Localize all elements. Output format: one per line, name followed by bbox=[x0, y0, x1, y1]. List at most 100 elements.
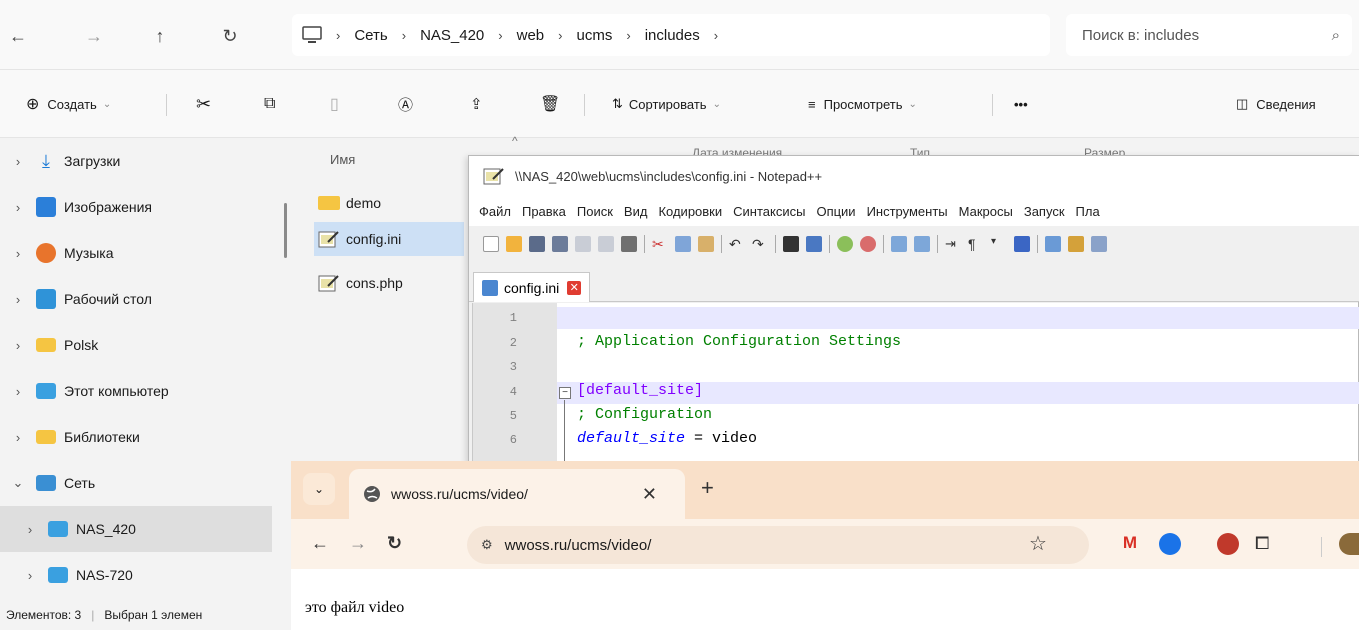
menu-item[interactable]: Пла bbox=[1076, 204, 1100, 219]
close-icon[interactable]: ✕ bbox=[642, 484, 657, 505]
reload-icon[interactable]: ↻ bbox=[387, 533, 402, 554]
breadcrumb-item[interactable]: web bbox=[517, 27, 545, 44]
back-icon[interactable]: ← bbox=[311, 533, 329, 554]
breadcrumb[interactable]: › Сеть › NAS_420 › web › ucms › includes… bbox=[292, 14, 1050, 56]
save-all-icon[interactable] bbox=[552, 236, 568, 252]
replace-icon[interactable] bbox=[806, 236, 822, 252]
new-tab-button[interactable]: + bbox=[701, 475, 714, 501]
menu-item[interactable]: Макросы bbox=[959, 204, 1013, 219]
list-item[interactable]: config.ini bbox=[314, 222, 464, 256]
copy-icon[interactable]: ⧉ bbox=[264, 90, 275, 118]
browser-tab[interactable]: wwoss.ru/ucms/video/ ✕ bbox=[349, 469, 685, 519]
indent-guide-icon[interactable] bbox=[1014, 236, 1030, 252]
close-icon[interactable]: ✕ bbox=[567, 280, 582, 295]
breadcrumb-item[interactable]: NAS_420 bbox=[420, 27, 484, 44]
breadcrumb-item[interactable]: Сеть bbox=[354, 27, 387, 44]
copy-icon[interactable] bbox=[675, 236, 691, 252]
toolbar: ✂ ↶ ↷ ⇥ ¶ ▾ bbox=[469, 226, 1359, 262]
cut-icon[interactable]: ✂ bbox=[196, 90, 211, 118]
share-icon[interactable]: ⇪ bbox=[470, 90, 483, 118]
search-input[interactable]: Поиск в: includes ⌕ bbox=[1066, 14, 1352, 56]
user-language-icon[interactable] bbox=[1045, 236, 1061, 252]
sidebar-scrollbar[interactable] bbox=[284, 203, 287, 258]
paste-icon[interactable]: ▯ bbox=[330, 90, 339, 118]
save-icon[interactable] bbox=[529, 236, 545, 252]
dropdown-icon[interactable]: ▾ bbox=[991, 236, 1007, 252]
sidebar-item-libraries[interactable]: › Библиотеки bbox=[0, 414, 272, 460]
word-wrap-icon[interactable]: ⇥ bbox=[945, 236, 961, 252]
sidebar-item-desktop[interactable]: › Рабочий стол bbox=[0, 276, 272, 322]
sidebar-item-downloads[interactable]: › ⤓ Загрузки bbox=[0, 138, 272, 184]
delete-icon[interactable]: 🗑 bbox=[540, 90, 560, 118]
ini-key: default_site bbox=[577, 430, 686, 447]
doc-map-icon[interactable] bbox=[1068, 236, 1084, 252]
menu-item[interactable]: Синтаксисы bbox=[733, 204, 805, 219]
gmail-icon[interactable]: M bbox=[1119, 533, 1141, 555]
site-settings-icon[interactable]: ⚙ bbox=[481, 537, 493, 553]
zoom-in-icon[interactable] bbox=[837, 236, 853, 252]
paste-icon[interactable] bbox=[698, 236, 714, 252]
forward-icon[interactable]: → bbox=[349, 533, 367, 554]
back-icon[interactable]: ← bbox=[4, 22, 32, 50]
menu-item[interactable]: Опции bbox=[816, 204, 855, 219]
sidebar-item-nas-720[interactable]: › NAS-720 bbox=[0, 552, 272, 598]
close-all-icon[interactable] bbox=[598, 236, 614, 252]
bookmark-star-icon[interactable]: ☆ bbox=[1029, 531, 1047, 556]
sort-button[interactable]: ⇅ Сортировать ⌄ bbox=[612, 90, 721, 118]
sync-horizontal-icon[interactable] bbox=[914, 236, 930, 252]
sidebar-item-this-pc[interactable]: › Этот компьютер bbox=[0, 368, 272, 414]
menu-item[interactable]: Инструменты bbox=[867, 204, 948, 219]
zoom-out-icon[interactable] bbox=[860, 236, 876, 252]
find-icon[interactable] bbox=[783, 236, 799, 252]
open-file-icon[interactable] bbox=[506, 236, 522, 252]
menu-item[interactable]: Кодировки bbox=[658, 204, 722, 219]
menu-item[interactable]: Правка bbox=[522, 204, 566, 219]
function-list-icon[interactable] bbox=[1091, 236, 1107, 252]
breadcrumb-separator: › bbox=[336, 27, 341, 43]
sidebar-item-pictures[interactable]: › Изображения bbox=[0, 184, 272, 230]
messenger-extension-icon[interactable] bbox=[1159, 533, 1181, 555]
menu-item[interactable]: Файл bbox=[479, 204, 511, 219]
details-label: Сведения bbox=[1256, 96, 1316, 112]
column-header-name[interactable]: Имя bbox=[330, 152, 355, 167]
forward-icon[interactable]: → bbox=[80, 22, 108, 50]
create-button[interactable]: ⊕ Создать ⌄ bbox=[26, 90, 111, 118]
sidebar-item-music[interactable]: › Музыка bbox=[0, 230, 272, 276]
list-item[interactable]: demo bbox=[318, 186, 468, 220]
breadcrumb-item[interactable]: includes bbox=[645, 27, 700, 44]
sidebar-item-nas-420[interactable]: › NAS_420 bbox=[0, 506, 272, 552]
menu-item[interactable]: Запуск bbox=[1024, 204, 1065, 219]
more-button[interactable]: ••• bbox=[1014, 90, 1028, 118]
code-editor[interactable]: 1 2 3 4 5 6 ; Application Configuration … bbox=[472, 303, 1359, 463]
menu-item[interactable]: Поиск bbox=[577, 204, 613, 219]
sidebar-item-network[interactable]: ⌄ Сеть bbox=[0, 460, 272, 506]
rename-icon[interactable]: Ⓐ bbox=[398, 90, 413, 118]
undo-icon[interactable]: ↶ bbox=[729, 236, 745, 252]
tab-search-button[interactable]: ⌄ bbox=[303, 473, 335, 505]
sidebar-item-label: NAS_420 bbox=[76, 521, 136, 537]
extension-icon[interactable] bbox=[1217, 533, 1239, 555]
extensions-puzzle-icon[interactable]: ⧠ bbox=[1255, 533, 1269, 554]
menu-item[interactable]: Вид bbox=[624, 204, 648, 219]
window-title-bar[interactable]: \\NAS_420\web\ucms\includes\config.ini -… bbox=[469, 156, 1359, 196]
show-all-characters-icon[interactable]: ¶ bbox=[968, 236, 984, 252]
sidebar-item-polsk[interactable]: › Polsk bbox=[0, 322, 272, 368]
current-line-highlight bbox=[557, 307, 1359, 329]
close-file-icon[interactable] bbox=[575, 236, 591, 252]
tab-config-ini[interactable]: config.ini ✕ bbox=[473, 272, 591, 302]
print-icon[interactable] bbox=[621, 236, 637, 252]
address-bar[interactable]: ⚙ wwoss.ru/ucms/video/ bbox=[467, 526, 1089, 564]
view-button[interactable]: ≡ Просмотреть ⌄ bbox=[808, 90, 917, 118]
new-file-icon[interactable] bbox=[483, 236, 499, 252]
breadcrumb-item[interactable]: ucms bbox=[577, 27, 613, 44]
sync-vertical-icon[interactable] bbox=[891, 236, 907, 252]
details-button[interactable]: ◫ Сведения bbox=[1236, 90, 1316, 118]
profile-avatar[interactable] bbox=[1339, 533, 1359, 555]
up-icon[interactable]: ↑ bbox=[146, 22, 174, 50]
redo-icon[interactable]: ↷ bbox=[752, 236, 768, 252]
cut-icon[interactable]: ✂ bbox=[652, 236, 668, 252]
fold-toggle-icon[interactable]: − bbox=[559, 387, 571, 399]
address-bar-row: ← → ↑ ↻ › Сеть › NAS_420 › web › ucms › … bbox=[0, 0, 1359, 70]
refresh-icon[interactable]: ↻ bbox=[216, 22, 244, 50]
list-item[interactable]: cons.php bbox=[318, 266, 468, 300]
